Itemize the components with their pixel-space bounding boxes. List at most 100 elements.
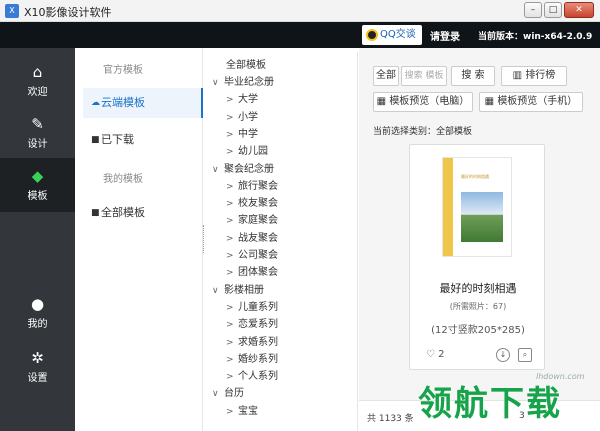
sidebar-item-all[interactable]: ■ 全部模板 [83, 198, 203, 228]
tree-item[interactable]: > 公司聚会 [226, 246, 278, 261]
chevron-right-icon: > [226, 199, 234, 210]
nav-item-welcome[interactable]: ⌂ 欢迎 [0, 54, 75, 106]
tree-item[interactable]: > 个人系列 [226, 367, 278, 382]
like-count: 2 [438, 349, 445, 360]
gear-icon: ✲ [31, 349, 44, 367]
tree-item-label: 宝宝 [238, 405, 258, 417]
tree-item[interactable]: > 中学 [226, 125, 258, 140]
thumbnail-photo [461, 192, 503, 242]
tree-item[interactable]: > 大学 [226, 90, 258, 105]
chevron-right-icon: > [226, 112, 234, 123]
tree-item[interactable]: > 家庭聚会 [226, 211, 278, 226]
qq-chat-button[interactable]: QQ交谈 [362, 25, 422, 45]
chevron-down-icon: ∨ [212, 285, 219, 296]
preview-icon: ▦ [484, 96, 498, 107]
chevron-down-icon: ∨ [212, 78, 219, 88]
app-logo-icon: X [5, 4, 19, 18]
nav-item-settings[interactable]: ✲ 设置 [0, 340, 75, 392]
tree-group[interactable]: ∨ 台历 [212, 384, 244, 399]
template-card[interactable]: 最好的时刻相遇 最好的时刻相遇 (所需照片：67) (12寸竖款205*285)… [409, 144, 545, 370]
tree-item[interactable]: > 团体聚会 [226, 263, 278, 278]
tree-item[interactable]: > 小学 [226, 108, 258, 123]
preview-mobile-button[interactable]: ▦ 模板预览（手机） [479, 92, 583, 112]
folder-icon: ■ [91, 135, 100, 145]
maximize-icon[interactable]: □ [544, 2, 562, 18]
search-button[interactable]: 搜 索 [451, 66, 495, 86]
tree-item[interactable]: > 幼儿园 [226, 142, 268, 157]
brush-icon: ✎ [31, 115, 44, 133]
chevron-right-icon: > [226, 181, 234, 192]
tree-item[interactable]: > 宝宝 [226, 402, 258, 417]
chevron-right-icon: > [226, 406, 234, 417]
qq-penguin-icon [366, 29, 378, 41]
tree-item-label: 校友聚会 [238, 198, 278, 210]
tree-item-label: 大学 [238, 94, 258, 106]
tree-item-label: 团体聚会 [238, 267, 278, 279]
window-title: X10影像设计软件 [24, 6, 112, 19]
chevron-right-icon: > [226, 95, 234, 106]
all-button[interactable]: 全部 [373, 66, 399, 86]
version-label: 当前版本：win-x64-2.0.9 [478, 32, 593, 42]
chevron-right-icon: > [226, 372, 234, 383]
nav-item-mine[interactable]: ● 我的 [0, 286, 75, 338]
ranking-button[interactable]: ▥ 排行榜 [501, 66, 567, 86]
tree-root[interactable]: 全部模板 [226, 56, 266, 71]
watermark-text: 领航下载 [418, 384, 562, 424]
tree-item-label: 求婚系列 [238, 336, 278, 348]
tree-item[interactable]: > 恋爱系列 [226, 315, 278, 330]
resize-grip[interactable] [203, 225, 205, 253]
tree-item[interactable]: > 旅行聚会 [226, 177, 278, 192]
tree-group[interactable]: ∨ 毕业纪念册 [212, 73, 274, 88]
total-count: 共 1133 条 [367, 414, 414, 424]
chevron-right-icon: > [226, 320, 234, 331]
category-tree: 全部模板 ∨ 毕业纪念册 > 大学 > 小学 > 中学 > 幼儿园 ∨ 聚会纪念册 > 旅行聚会 > 校友聚会… [208, 52, 358, 431]
nav-label: 欢迎 [27, 87, 48, 98]
nav-item-templates[interactable]: ◆ 模板 [0, 158, 75, 212]
template-photo-count: (所需照片：67) [449, 302, 507, 311]
chevron-right-icon: > [226, 251, 234, 261]
ranking-label: 排行榜 [525, 70, 556, 81]
search-input[interactable]: 搜索 模板 [401, 66, 447, 86]
tree-item[interactable]: > 校友聚会 [226, 194, 278, 209]
sidebar-item-downloaded[interactable]: ■ 已下载 [83, 125, 203, 155]
close-icon[interactable]: ✕ [564, 2, 594, 18]
thumbnail-title: 最好的时刻相遇 [461, 174, 489, 179]
tree-group[interactable]: ∨ 聚会纪念册 [212, 160, 274, 175]
chevron-right-icon: > [226, 268, 234, 279]
tree-item[interactable]: > 求婚系列 [226, 333, 278, 348]
nav-item-design[interactable]: ✎ 设计 [0, 106, 75, 158]
sidebar-item-cloud[interactable]: ☁ 云端模板 [83, 88, 203, 118]
bar-chart-icon: ▥ [512, 70, 526, 81]
template-size: (12寸竖款205*285) [431, 325, 525, 336]
tree-item-label: 聚会纪念册 [224, 163, 274, 175]
tree-item[interactable]: > 婚纱系列 [226, 350, 278, 365]
window-controls: – □ ✕ [524, 2, 594, 18]
like-button[interactable]: ♡ 2 [426, 349, 445, 360]
tree-item[interactable]: > 儿童系列 [226, 298, 278, 313]
title-bar: X X10影像设计软件 – □ ✕ [0, 0, 600, 22]
cloud-icon: ☁ [91, 98, 100, 108]
preview-pc-button[interactable]: ▦ 模板预览（电脑） [373, 92, 473, 112]
tree-item[interactable]: > 战友聚会 [226, 229, 278, 244]
tree-item-label: 幼儿园 [238, 146, 268, 158]
template-source-panel: 官方模板 ☁ 云端模板 ■ 已下载 我的模板 ■ 全部模板 [75, 48, 203, 431]
layers-icon: ◆ [31, 167, 44, 185]
template-thumbnail[interactable]: 最好的时刻相遇 [442, 157, 512, 257]
tree-item-label: 毕业纪念册 [224, 77, 274, 88]
nav-label: 模板 [27, 191, 48, 202]
tree-item-label: 个人系列 [238, 371, 278, 383]
zoom-preview-icon[interactable]: ⌕ [518, 348, 532, 362]
chevron-right-icon: > [226, 233, 234, 244]
sidebar-item-label: 已下载 [101, 133, 134, 146]
main-nav: ⌂ 欢迎 ✎ 设计 ◆ 模板 ● 我的 ✲ 设置 [0, 48, 75, 431]
minimize-icon[interactable]: – [524, 2, 542, 18]
tree-item-label: 小学 [238, 111, 258, 123]
tree-group[interactable]: ∨ 影楼相册 [212, 281, 264, 296]
tree-item-label: 家庭聚会 [238, 215, 278, 227]
chevron-down-icon: ∨ [212, 164, 219, 175]
download-icon[interactable]: ↓ [496, 348, 510, 362]
section-title-mine: 我的模板 [103, 174, 143, 185]
current-category-label: 当前选择类别：全部模板 [373, 127, 473, 137]
tree-item-label: 战友聚会 [238, 232, 278, 244]
login-link[interactable]: 请登录 [430, 28, 460, 43]
